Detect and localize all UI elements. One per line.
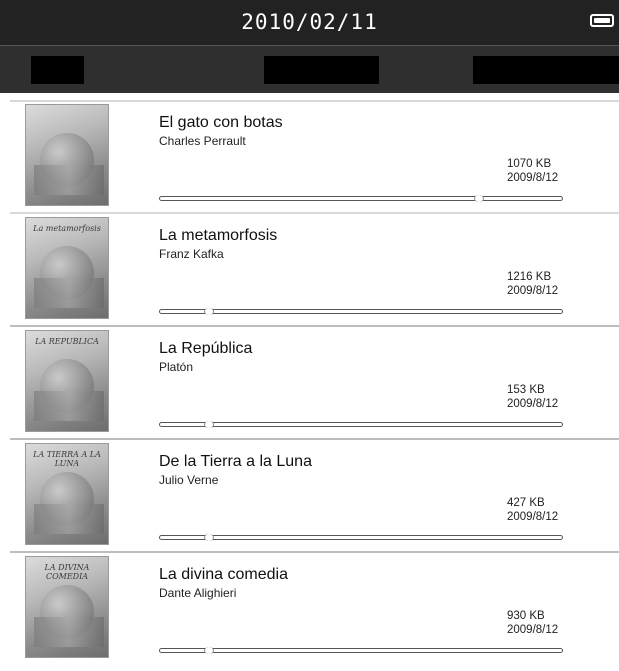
book-author: Platón [159,360,194,374]
book-item[interactable]: El gato con botas Charles Perrault 1070 … [0,102,619,214]
progress-marker [204,308,215,315]
book-title: El gato con botas [159,114,283,131]
file-date: 2009/8/12 [507,624,559,636]
book-author: Dante Alighieri [159,586,237,600]
book-item[interactable]: LA TIERRA A LA LUNA De la Tierra a la Lu… [0,441,619,553]
book-cover: LA DIVINA COMEDIA [25,556,109,658]
toolbar [0,46,619,93]
reading-progress-bar [159,534,563,541]
divider [10,438,619,440]
toolbar-button-left[interactable] [31,56,84,84]
divider [10,551,619,553]
divider [10,325,619,327]
reading-progress-bar [159,308,563,315]
current-date: 2010/02/11 [241,10,378,34]
book-cover: La metamorfosis [25,217,109,319]
book-item[interactable]: LA DIVINA COMEDIA La divina comedia Dant… [0,554,619,666]
progress-marker [204,421,215,428]
file-size: 153 KB [507,384,545,396]
toolbar-button-center[interactable] [264,56,379,84]
status-bar: 2010/02/11 [0,0,619,46]
reading-progress-bar [159,421,563,428]
file-size: 1070 KB [507,158,552,170]
book-cover: LA REPUBLICA [25,330,109,432]
battery-icon [590,14,614,27]
book-title: La República [159,340,253,357]
reading-progress-bar [159,647,563,654]
file-date: 2009/8/12 [507,511,559,523]
book-cover [25,104,109,206]
file-size: 1216 KB [507,271,552,283]
book-author: Julio Verne [159,473,219,487]
book-title: La divina comedia [159,566,288,583]
book-title: La metamorfosis [159,227,278,244]
book-title: De la Tierra a la Luna [159,453,312,470]
file-date: 2009/8/12 [507,285,559,297]
progress-marker [204,647,215,654]
book-item[interactable]: LA REPUBLICA La República Platón 153 KB … [0,328,619,440]
progress-marker [473,195,484,202]
book-author: Charles Perrault [159,134,246,148]
file-date: 2009/8/12 [507,172,559,184]
file-date: 2009/8/12 [507,398,559,410]
book-author: Franz Kafka [159,247,224,261]
divider [10,212,619,214]
file-size: 930 KB [507,610,545,622]
file-size: 427 KB [507,497,545,509]
book-cover: LA TIERRA A LA LUNA [25,443,109,545]
progress-marker [204,534,215,541]
toolbar-button-right[interactable] [473,56,619,84]
reading-progress-bar [159,195,563,202]
book-item[interactable]: La metamorfosis La metamorfosis Franz Ka… [0,215,619,327]
